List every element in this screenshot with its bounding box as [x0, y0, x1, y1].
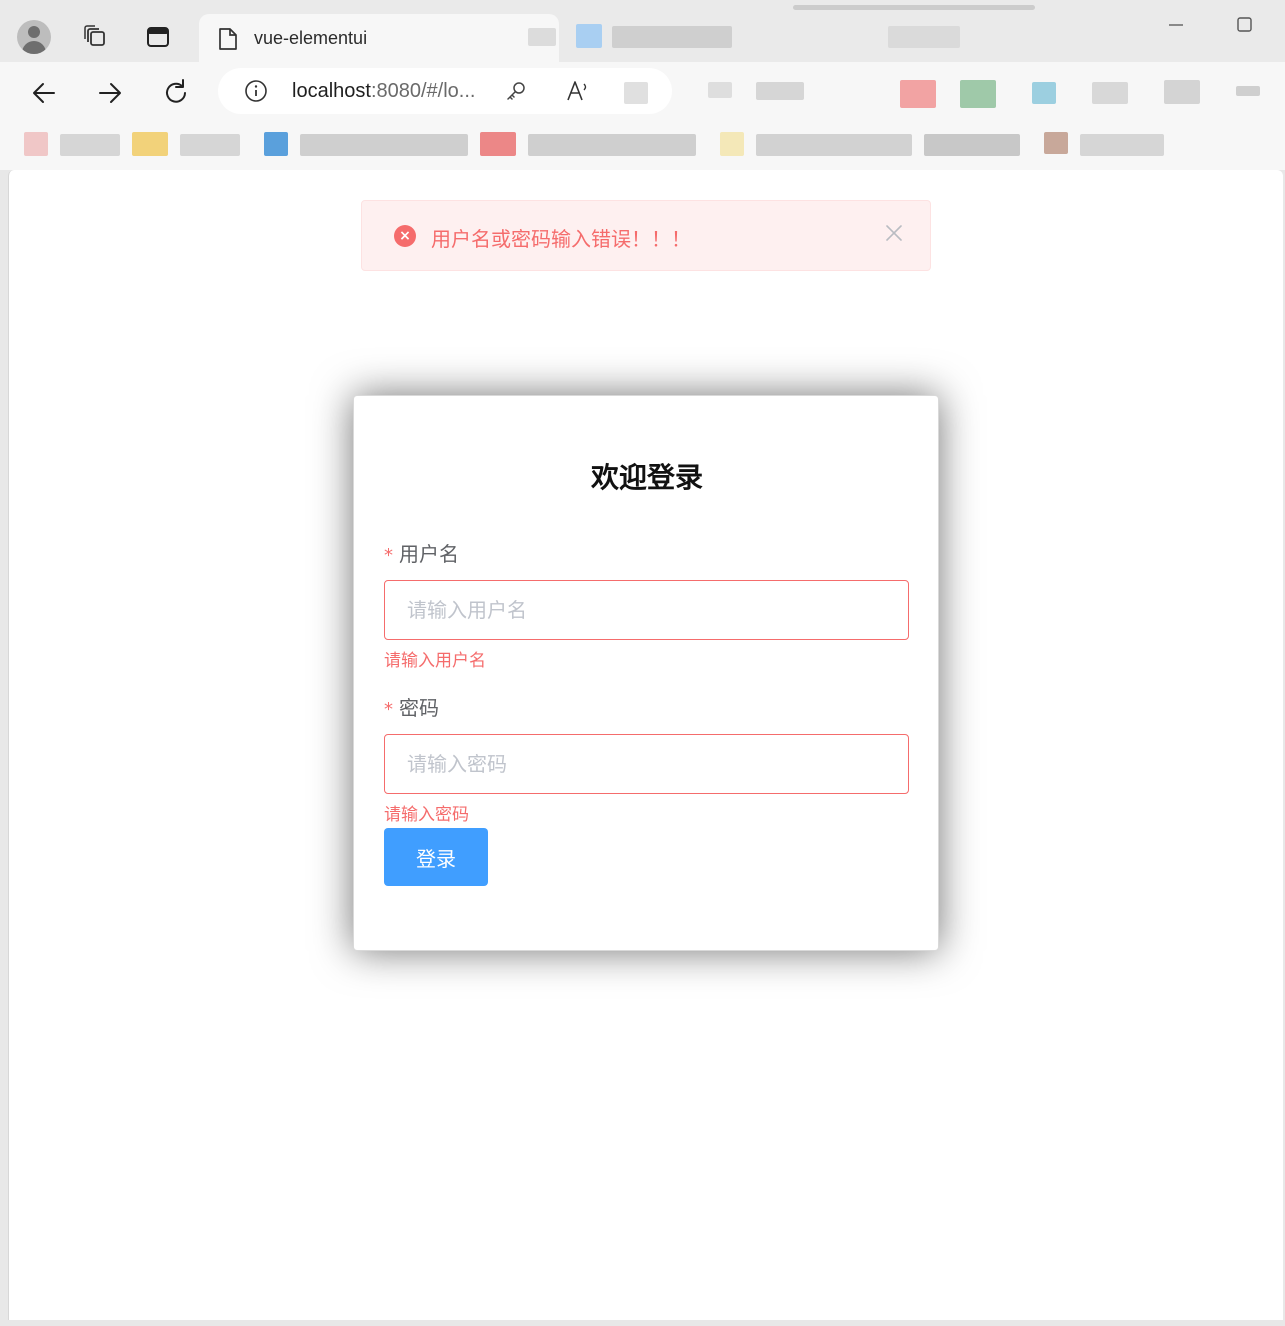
- profile-avatar[interactable]: [17, 20, 51, 54]
- maximize-icon[interactable]: [1231, 14, 1257, 36]
- key-icon[interactable]: [504, 80, 528, 108]
- username-input[interactable]: [385, 581, 908, 639]
- blurred-extension-icon: [624, 82, 648, 104]
- refresh-icon[interactable]: [158, 75, 194, 111]
- url-host: localhost: [292, 80, 371, 102]
- blurred-tab-content: [528, 28, 556, 46]
- username-error: 请输入用户名: [384, 651, 486, 671]
- tab-vue-elementui[interactable]: vue-elementui: [199, 14, 559, 62]
- error-alert: × 用户名或密码输入错误！！！: [361, 200, 931, 271]
- blurred-bookmark: [528, 134, 696, 156]
- forward-arrow-icon[interactable]: [92, 75, 128, 111]
- password-error: 请输入密码: [384, 805, 469, 825]
- blurred-extension-icon: [1092, 82, 1128, 104]
- vertical-tabs-icon[interactable]: [140, 19, 176, 55]
- page-viewport: × 用户名或密码输入错误！！！ 欢迎登录 * 用户名 请输入用户名 * 密码 请输入…: [8, 170, 1283, 1320]
- blurred-tab-icon: [576, 24, 602, 48]
- blurred-bookmark: [756, 134, 912, 156]
- back-arrow-icon[interactable]: [26, 75, 62, 111]
- blurred-bookmark: [180, 134, 240, 156]
- blurred-extension-icon: [708, 82, 732, 98]
- password-label-row: * 密码: [384, 692, 439, 721]
- address-bar[interactable]: localhost:8080/#/lo...: [218, 68, 672, 114]
- read-aloud-icon[interactable]: [564, 78, 590, 108]
- bookmarks-bar: [0, 122, 1285, 170]
- blurred-bookmark: [1080, 134, 1164, 156]
- blurred-bookmark: [1044, 132, 1068, 154]
- close-icon[interactable]: [882, 223, 906, 247]
- blurred-extension-icon: [1032, 82, 1056, 104]
- minimize-icon[interactable]: [1163, 14, 1189, 36]
- blurred-extension-icon: [1164, 80, 1200, 104]
- blurred-bookmark: [924, 134, 1020, 156]
- blurred-bookmark: [720, 132, 744, 156]
- workspaces-icon[interactable]: [77, 19, 113, 55]
- username-field-wrapper: [384, 580, 909, 640]
- error-circle-icon: ×: [394, 225, 416, 247]
- alert-message: 用户名或密码输入错误！！！: [431, 227, 691, 251]
- blurred-bookmark: [24, 132, 48, 156]
- password-field-wrapper: [384, 734, 909, 794]
- password-label: 密码: [399, 696, 439, 720]
- tab-title: vue-elementui: [254, 28, 368, 48]
- browser-titlebar: vue-elementui: [0, 0, 1285, 62]
- blurred-bookmark: [132, 132, 168, 156]
- login-title: 欢迎登录: [590, 461, 703, 494]
- username-label-row: * 用户名: [384, 538, 459, 567]
- required-mark: *: [384, 699, 393, 720]
- browser-toolbar: localhost:8080/#/lo...: [0, 62, 1285, 122]
- blurred-bookmark: [300, 134, 468, 156]
- blurred-extension-icon: [960, 80, 996, 108]
- site-info-icon[interactable]: [244, 79, 268, 107]
- blurred-tab-content: [793, 5, 1035, 10]
- login-card: 欢迎登录 * 用户名 请输入用户名 * 密码 请输入密码 登录: [353, 395, 939, 951]
- blurred-bookmark: [480, 132, 516, 156]
- blurred-bookmark: [264, 132, 288, 156]
- url-path: :8080/#/lo...: [370, 80, 476, 102]
- blurred-tab-title: [612, 26, 732, 48]
- url-text[interactable]: localhost:8080/#/lo...: [292, 80, 475, 103]
- blurred-extension-icon: [1236, 86, 1260, 96]
- blurred-extension-icon: [756, 82, 804, 100]
- login-button[interactable]: 登录: [384, 828, 488, 886]
- password-input[interactable]: [385, 735, 908, 793]
- blurred-extension-icon: [900, 80, 936, 108]
- blurred-bookmark: [60, 134, 120, 156]
- blurred-tab-content: [888, 26, 960, 48]
- page-file-icon: [218, 27, 238, 55]
- username-label: 用户名: [399, 542, 459, 566]
- required-mark: *: [384, 545, 393, 566]
